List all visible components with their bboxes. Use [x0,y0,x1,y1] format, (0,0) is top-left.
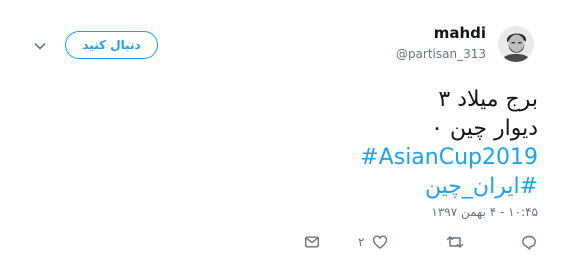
retweet-icon [446,236,464,248]
envelope-icon [305,236,320,248]
like-count: ۲ [358,235,365,249]
follow-button[interactable]: دنبال کنید [65,31,158,59]
direct-message-button[interactable] [304,233,320,251]
tweet-line-2: دیوار چین ۰ [431,116,538,141]
tweet-card: mahdi @partisan_313 دنبال کنید برج میلاد… [0,0,570,269]
retweet-button[interactable] [446,233,464,251]
reply-button[interactable] [521,233,537,251]
tweet-timestamp[interactable]: ۱۰:۴۵ - ۴ بهمن ۱۳۹۷ [431,205,538,219]
like-button[interactable]: ۲ [358,233,388,251]
heart-icon [373,235,388,249]
hashtag-asiancup2019[interactable]: #AsianCup2019 [360,145,538,170]
avatar[interactable] [498,26,534,62]
tweet-actions: ۲ [0,233,570,253]
tweet-text: برج میلاد ۳ دیوار چین ۰ #AsianCup2019 #ا… [360,85,538,201]
display-name[interactable]: mahdi [434,24,486,42]
chevron-down-icon[interactable] [33,38,47,52]
reply-icon [522,235,536,250]
avatar-photo [498,26,534,62]
user-handle[interactable]: @partisan_313 [396,47,486,61]
hashtag-iran-china[interactable]: #ایران_چین [425,174,538,199]
tweet-line-1: برج میلاد ۳ [438,87,538,112]
